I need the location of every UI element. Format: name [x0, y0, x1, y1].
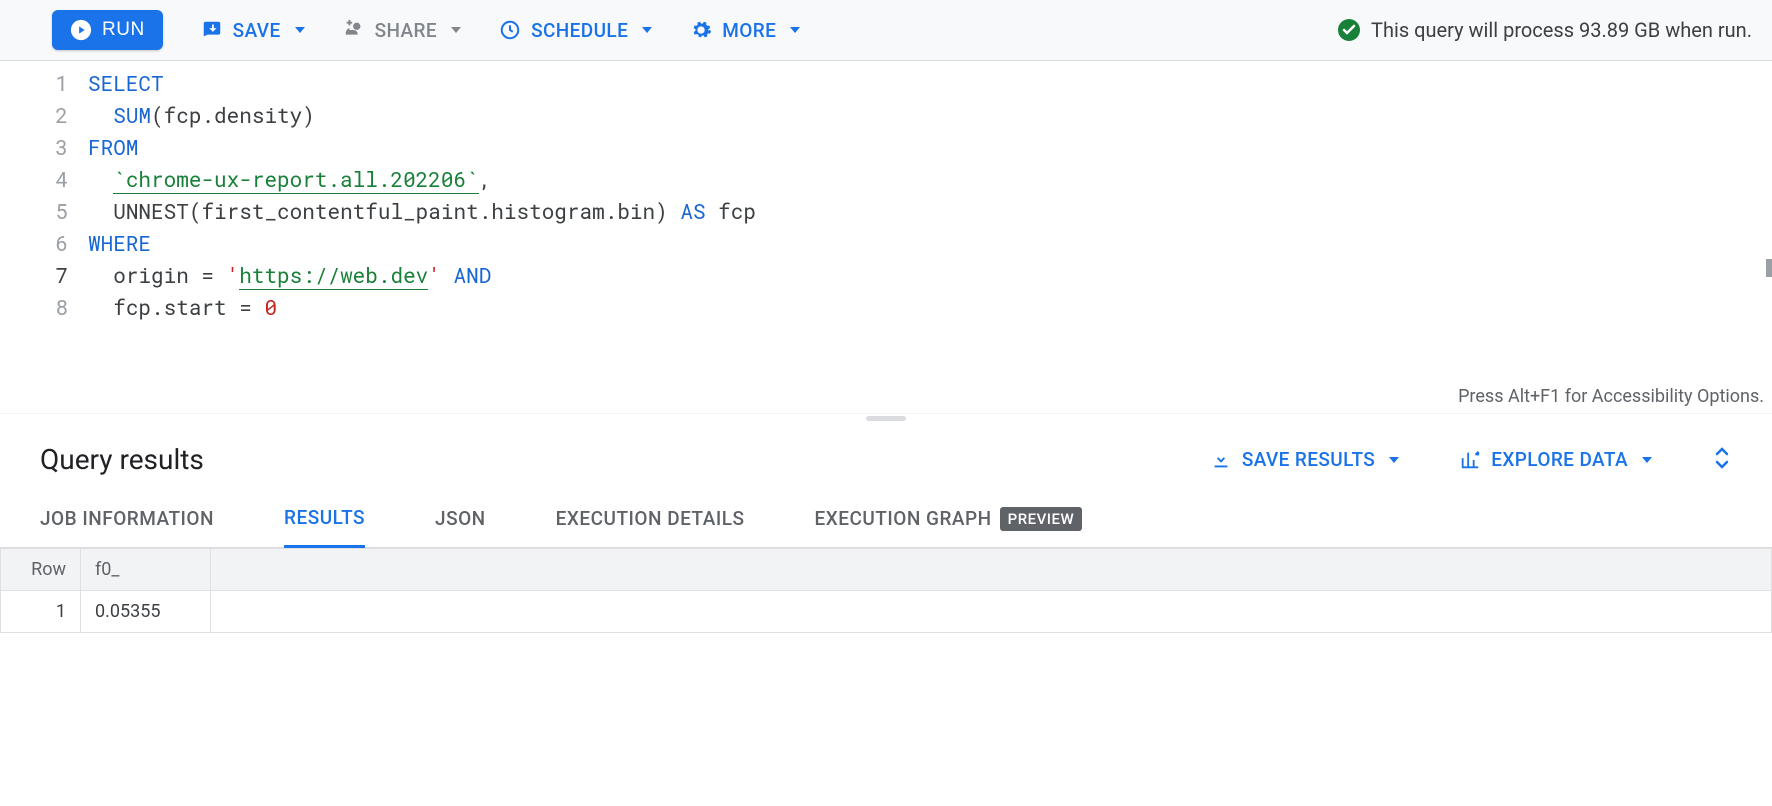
sql-number: 0	[264, 293, 277, 321]
results-table: Row f0_ 1 0.05355	[0, 548, 1772, 633]
row-number: 1	[1, 591, 81, 633]
schedule-button[interactable]: SCHEDULE	[499, 19, 652, 42]
sql-identifier: (first_contentful_paint.histogram.bin)	[189, 197, 668, 225]
tab-job-information[interactable]: JOB INFORMATION	[40, 491, 214, 546]
line-number: 4	[0, 163, 68, 195]
table-row[interactable]: 1 0.05355	[1, 591, 1772, 633]
sql-keyword: SELECT	[88, 69, 164, 97]
chevron-down-icon	[451, 27, 461, 33]
more-button[interactable]: MORE	[690, 19, 800, 42]
line-number-gutter: 1 2 3 4 5 6 7 8	[0, 67, 88, 323]
cell-empty	[211, 591, 1772, 633]
table-header-row: Row f0_	[1, 549, 1772, 591]
sql-editor[interactable]: 1 2 3 4 5 6 7 8 SELECT SUM(fcp.density) …	[0, 61, 1772, 413]
schedule-label: SCHEDULE	[531, 19, 628, 42]
col-header-f0: f0_	[81, 549, 211, 591]
line-number: 8	[0, 291, 68, 323]
download-icon	[1210, 449, 1232, 471]
save-button[interactable]: SAVE	[201, 19, 305, 42]
accessibility-hint: Press Alt+F1 for Accessibility Options.	[1458, 381, 1764, 413]
preview-badge: PREVIEW	[1000, 507, 1083, 531]
chevron-down-icon	[790, 27, 800, 33]
query-toolbar: RUN SAVE SHARE SCHEDULE MORE This qu	[0, 0, 1772, 61]
save-results-label: SAVE RESULTS	[1242, 448, 1375, 471]
code-area[interactable]: SELECT SUM(fcp.density) FROM `chrome-ux-…	[88, 67, 1772, 323]
check-circle-icon	[1337, 18, 1361, 42]
query-validation-status: This query will process 93.89 GB when ru…	[1337, 18, 1752, 42]
resize-handle[interactable]	[0, 413, 1772, 423]
sql-identifier: (fcp.density)	[151, 101, 315, 129]
col-header-empty	[211, 549, 1772, 591]
share-button[interactable]: SHARE	[343, 19, 461, 42]
sql-keyword: AS	[680, 197, 705, 225]
chevron-down-icon	[1389, 457, 1399, 463]
minimap-cursor-icon	[1766, 259, 1772, 277]
run-label: RUN	[102, 19, 145, 41]
gear-icon	[690, 19, 712, 41]
sql-string: '	[227, 261, 240, 289]
sql-function: UNNEST	[113, 197, 189, 225]
results-header: Query results SAVE RESULTS EXPLORE DATA	[0, 423, 1772, 490]
clock-icon	[499, 19, 521, 41]
line-number: 6	[0, 227, 68, 259]
line-number: 2	[0, 99, 68, 131]
tab-json[interactable]: JSON	[435, 491, 486, 546]
save-results-button[interactable]: SAVE RESULTS	[1210, 448, 1399, 471]
tab-execution-graph[interactable]: EXECUTION GRAPH PREVIEW	[814, 491, 1082, 547]
tab-results[interactable]: RESULTS	[284, 490, 365, 548]
line-number: 3	[0, 131, 68, 163]
sql-function: SUM	[113, 101, 151, 129]
results-title: Query results	[40, 443, 204, 476]
sql-identifier: fcp.start =	[113, 293, 264, 321]
sql-keyword: FROM	[88, 133, 138, 161]
explore-data-label: EXPLORE DATA	[1491, 448, 1628, 471]
chevron-down-icon	[1642, 457, 1652, 463]
save-label: SAVE	[233, 19, 281, 42]
line-number: 5	[0, 195, 68, 227]
sql-punct: ,	[479, 165, 492, 193]
results-tabs: JOB INFORMATION RESULTS JSON EXECUTION D…	[0, 490, 1772, 548]
sql-table-ref: `chrome-ux-report.all.202206`	[113, 165, 478, 194]
sql-identifier: origin =	[113, 261, 226, 289]
sql-string: '	[428, 261, 441, 289]
save-icon	[201, 19, 223, 41]
more-label: MORE	[722, 19, 776, 42]
line-number: 1	[0, 67, 68, 99]
share-icon	[343, 19, 365, 41]
tab-execution-details[interactable]: EXECUTION DETAILS	[556, 491, 745, 546]
chart-icon	[1459, 449, 1481, 471]
share-label: SHARE	[375, 19, 437, 42]
chevron-down-icon	[295, 27, 305, 33]
cell-value: 0.05355	[81, 591, 211, 633]
play-icon	[70, 19, 92, 41]
collapse-toggle[interactable]	[1712, 445, 1732, 475]
run-button[interactable]: RUN	[52, 10, 163, 50]
sql-keyword: WHERE	[88, 229, 151, 257]
sql-identifier: fcp	[706, 197, 756, 225]
sql-string-url: https://web.dev	[239, 261, 428, 290]
explore-data-button[interactable]: EXPLORE DATA	[1459, 448, 1652, 471]
grip-icon	[866, 416, 906, 421]
line-number: 7	[0, 259, 68, 291]
status-text: This query will process 93.89 GB when ru…	[1371, 18, 1752, 42]
chevron-down-icon	[642, 27, 652, 33]
col-header-row: Row	[1, 549, 81, 591]
sql-keyword: AND	[441, 261, 491, 289]
